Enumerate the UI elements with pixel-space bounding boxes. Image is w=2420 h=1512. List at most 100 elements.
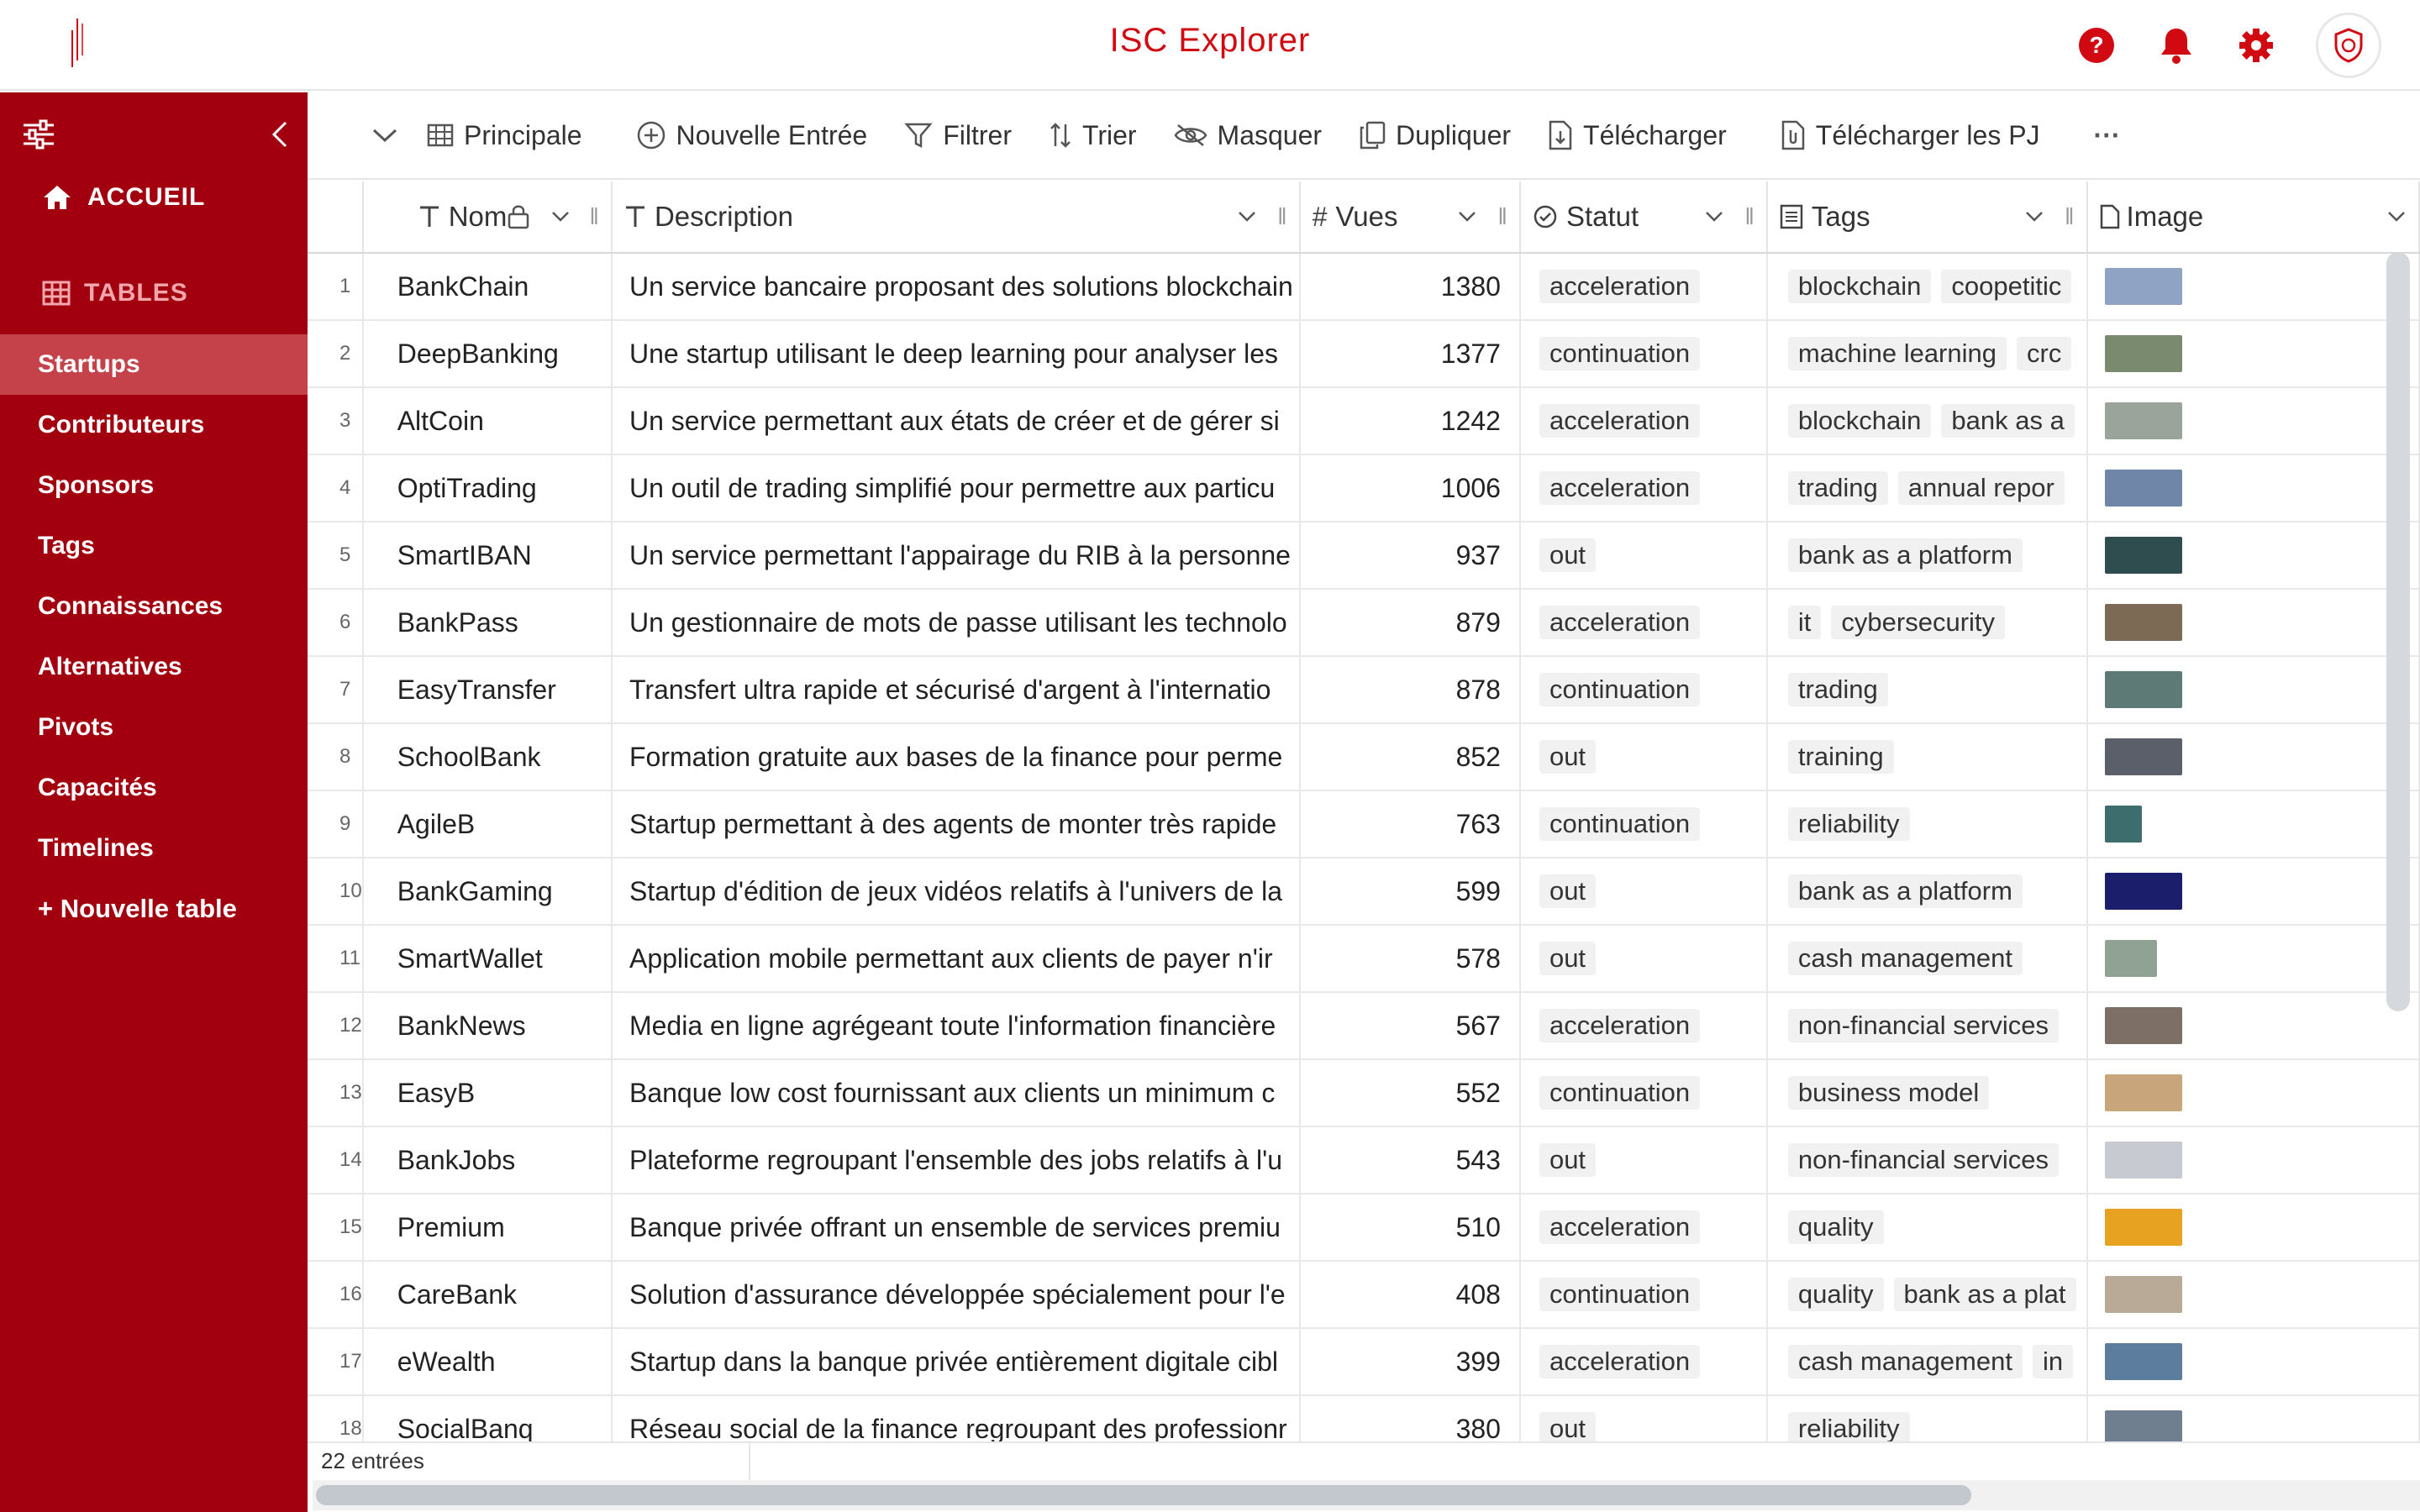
cell-views[interactable]: 879 bbox=[1299, 589, 1521, 657]
cell-views[interactable]: 878 bbox=[1299, 656, 1521, 724]
cell-status[interactable]: acceleration bbox=[1519, 589, 1768, 657]
bell-icon[interactable] bbox=[2156, 25, 2196, 66]
cell-name[interactable]: BankJobs bbox=[362, 1126, 613, 1194]
table-row[interactable]: 16 CareBank Solution d'assurance développé… bbox=[308, 1261, 2420, 1329]
table-row[interactable]: 3 AltCoin Un service permettant aux états … bbox=[308, 387, 2420, 455]
cell-views[interactable]: 852 bbox=[1299, 723, 1521, 791]
sidebar-item-startups[interactable]: Startups bbox=[0, 334, 308, 395]
image-thumbnail[interactable] bbox=[2104, 1142, 2182, 1179]
cell-name[interactable]: CareBank bbox=[362, 1261, 613, 1329]
column-header-image[interactable]: Image bbox=[2086, 181, 2420, 254]
sidebar-item-contributeurs[interactable]: Contributeurs bbox=[0, 395, 308, 455]
sidebar-item-capacites[interactable]: Capacités bbox=[0, 758, 308, 818]
cell-views[interactable]: 380 bbox=[1299, 1395, 1521, 1441]
cell-image[interactable] bbox=[2086, 1126, 2420, 1194]
cell-status[interactable]: acceleration bbox=[1519, 992, 1768, 1060]
cell-views[interactable]: 567 bbox=[1299, 992, 1521, 1060]
cell-description[interactable]: Un gestionnaire de mots de passe utilisa… bbox=[611, 589, 1301, 657]
table-row[interactable]: 17 eWealth Startup dans la banque privée e… bbox=[308, 1328, 2420, 1396]
cell-views[interactable]: 578 bbox=[1299, 925, 1521, 993]
cell-name[interactable]: SchoolBank bbox=[362, 723, 613, 791]
table-row[interactable]: 10 BankGaming Startup d'édition de jeux vi… bbox=[308, 858, 2420, 926]
cell-image[interactable] bbox=[2086, 1328, 2420, 1396]
sidebar-item-connaissances[interactable]: Connaissances bbox=[0, 576, 308, 637]
cell-image[interactable] bbox=[2086, 790, 2420, 858]
cell-tags[interactable]: machine learning crc bbox=[1766, 320, 2088, 388]
table-row[interactable]: 11 SmartWallet Application mobile permetta… bbox=[308, 925, 2420, 993]
cell-tags[interactable]: non-financial services bbox=[1766, 1126, 2088, 1194]
column-resize-handle[interactable]: ‖ bbox=[1744, 203, 1754, 230]
image-thumbnail[interactable] bbox=[2104, 470, 2182, 507]
help-icon[interactable]: ? bbox=[2076, 25, 2117, 66]
cell-name[interactable]: BankGaming bbox=[362, 858, 613, 926]
hide-button[interactable]: Masquer bbox=[1174, 120, 1322, 151]
cell-image[interactable] bbox=[2086, 1395, 2420, 1441]
image-thumbnail[interactable] bbox=[2104, 738, 2182, 775]
cell-description[interactable]: Un outil de trading simplifié pour perme… bbox=[611, 454, 1301, 522]
image-thumbnail[interactable] bbox=[2104, 1276, 2182, 1313]
sidebar-home[interactable]: ACCUEIL bbox=[42, 183, 205, 212]
cell-status[interactable]: continuation bbox=[1519, 656, 1768, 724]
cell-status[interactable]: acceleration bbox=[1519, 1328, 1768, 1396]
cell-status[interactable]: out bbox=[1519, 1126, 1768, 1194]
avatar[interactable] bbox=[2316, 13, 2381, 78]
cell-name[interactable]: EasyTransfer bbox=[362, 656, 613, 724]
column-header-status[interactable]: Statut ‖ bbox=[1519, 181, 1768, 254]
column-header-tags[interactable]: Tags ‖ bbox=[1766, 181, 2088, 254]
view-selector[interactable]: Principale bbox=[371, 120, 582, 151]
cell-image[interactable] bbox=[2086, 858, 2420, 926]
gear-icon[interactable] bbox=[2236, 25, 2276, 66]
cell-status[interactable]: out bbox=[1519, 925, 1768, 993]
new-table-button[interactable]: + Nouvelle table bbox=[0, 879, 308, 939]
cell-tags[interactable]: trading bbox=[1766, 656, 2088, 724]
cell-views[interactable]: 1006 bbox=[1299, 454, 1521, 522]
cell-name[interactable]: SmartWallet bbox=[362, 925, 613, 993]
cell-description[interactable]: Formation gratuite aux bases de la finan… bbox=[611, 723, 1301, 791]
cell-views[interactable]: 543 bbox=[1299, 1126, 1521, 1194]
sidebar-item-sponsors[interactable]: Sponsors bbox=[0, 455, 308, 516]
cell-description[interactable]: Réseau social de la finance regroupant d… bbox=[611, 1395, 1301, 1441]
image-thumbnail[interactable] bbox=[2104, 335, 2182, 372]
cell-image[interactable] bbox=[2086, 454, 2420, 522]
cell-views[interactable]: 1377 bbox=[1299, 320, 1521, 388]
cell-description[interactable]: Une startup utilisant le deep learning p… bbox=[611, 320, 1301, 388]
cell-image[interactable] bbox=[2086, 320, 2420, 388]
image-thumbnail[interactable] bbox=[2104, 1410, 2182, 1441]
cell-image[interactable] bbox=[2086, 925, 2420, 993]
cell-name[interactable]: Premium bbox=[362, 1194, 613, 1262]
duplicate-button[interactable]: Dupliquer bbox=[1359, 120, 1511, 151]
cell-status[interactable]: out bbox=[1519, 858, 1768, 926]
column-resize-handle[interactable]: ‖ bbox=[1277, 203, 1287, 230]
cell-tags[interactable]: bank as a platform bbox=[1766, 858, 2088, 926]
cell-views[interactable]: 763 bbox=[1299, 790, 1521, 858]
cell-tags[interactable]: quality bbox=[1766, 1194, 2088, 1262]
sort-button[interactable]: Trier bbox=[1049, 120, 1137, 151]
image-thumbnail[interactable] bbox=[2104, 537, 2182, 574]
image-thumbnail[interactable] bbox=[2104, 1007, 2182, 1044]
cell-description[interactable]: Un service permettant l'appairage du RIB… bbox=[611, 522, 1301, 590]
cell-description[interactable]: Un service permettant aux états de créer… bbox=[611, 387, 1301, 455]
new-entry-button[interactable]: Nouvelle Entrée bbox=[636, 120, 867, 151]
table-row[interactable]: 4 OptiTrading Un outil de trading simplifi… bbox=[308, 454, 2420, 522]
table-row[interactable]: 5 SmartIBAN Un service permettant l'appair… bbox=[308, 522, 2420, 590]
cell-status[interactable]: acceleration bbox=[1519, 1194, 1768, 1262]
cell-status[interactable]: out bbox=[1519, 522, 1768, 590]
cell-tags[interactable]: bank as a platform bbox=[1766, 522, 2088, 590]
cell-views[interactable]: 552 bbox=[1299, 1059, 1521, 1127]
image-thumbnail[interactable] bbox=[2104, 1343, 2182, 1380]
table-row[interactable]: 2 DeepBanking Une startup utilisant le dee… bbox=[308, 320, 2420, 388]
column-resize-handle[interactable]: ‖ bbox=[1497, 203, 1507, 230]
cell-name[interactable]: SocialBanq bbox=[362, 1395, 613, 1441]
cell-tags[interactable]: blockchain bank as a bbox=[1766, 387, 2088, 455]
cell-description[interactable]: Transfert ultra rapide et sécurisé d'arg… bbox=[611, 656, 1301, 724]
cell-tags[interactable]: business model bbox=[1766, 1059, 2088, 1127]
cell-image[interactable] bbox=[2086, 1261, 2420, 1329]
table-row[interactable]: 1 BankChain Un service bancaire proposant … bbox=[308, 253, 2420, 321]
cell-tags[interactable]: blockchain coopetitic bbox=[1766, 253, 2088, 321]
image-thumbnail[interactable] bbox=[2104, 268, 2182, 305]
cell-tags[interactable]: quality bank as a plat bbox=[1766, 1261, 2088, 1329]
cell-name[interactable]: OptiTrading bbox=[362, 454, 613, 522]
cell-status[interactable]: acceleration bbox=[1519, 454, 1768, 522]
cell-image[interactable] bbox=[2086, 656, 2420, 724]
filter-button[interactable]: Filtrer bbox=[904, 120, 1012, 151]
